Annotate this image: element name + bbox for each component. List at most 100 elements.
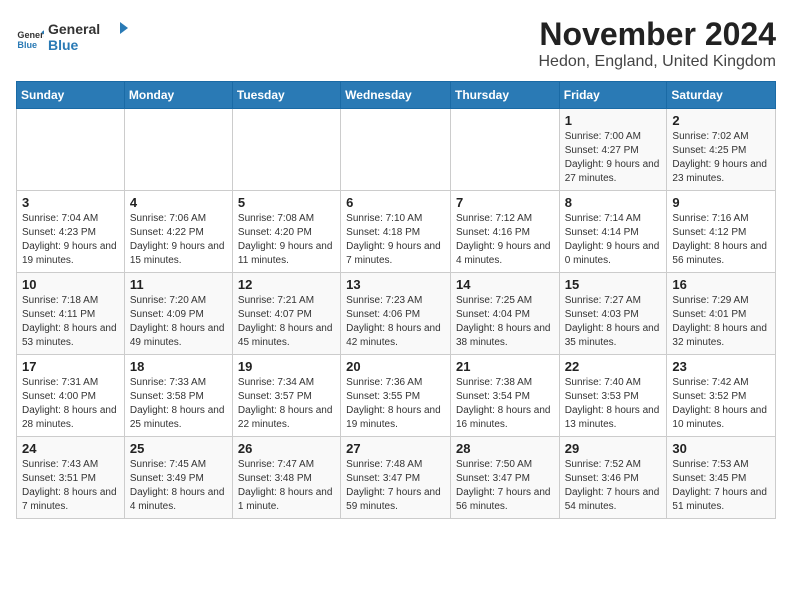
day-number: 26: [238, 441, 335, 456]
day-cell: [17, 109, 125, 191]
day-cell: 24Sunrise: 7:43 AM Sunset: 3:51 PM Dayli…: [17, 437, 125, 519]
day-number: 28: [456, 441, 554, 456]
day-cell: 14 Sunrise: 7:25 AM Sunset: 4:04 PM Dayli…: [450, 273, 559, 355]
day-info: Sunrise: 7:34 AM Sunset: 3:57 PM Dayligh…: [238, 376, 335, 432]
day-cell: 12 Sunrise: 7:21 AM Sunset: 4:07 PM Dayli…: [232, 273, 340, 355]
day-cell: 21 Sunrise: 7:38 AM Sunset: 3:54 PM Dayli…: [450, 355, 559, 437]
day-cell: 27 Sunrise: 7:48 AM Sunset: 3:47 PM Dayli…: [341, 437, 451, 519]
day-number: 19: [238, 359, 335, 374]
day-cell: 1 Sunrise: 7:00 AM Sunset: 4:27 PM Daylig…: [559, 109, 667, 191]
day-number: 4: [130, 195, 227, 210]
day-number: 21: [456, 359, 554, 374]
week-row-2: 3Sunrise: 7:04 AM Sunset: 4:23 PM Daylig…: [17, 191, 776, 273]
day-number: 5: [238, 195, 335, 210]
logo-icon: General Blue: [16, 24, 44, 52]
day-info: Sunrise: 7:02 AM Sunset: 4:25 PM Dayligh…: [672, 130, 770, 186]
week-row-1: 1 Sunrise: 7:00 AM Sunset: 4:27 PM Daylig…: [17, 109, 776, 191]
day-cell: 30Sunrise: 7:53 AM Sunset: 3:45 PM Dayli…: [667, 437, 776, 519]
day-number: 7: [456, 195, 554, 210]
header-cell-thursday: Thursday: [450, 82, 559, 109]
header-cell-tuesday: Tuesday: [232, 82, 340, 109]
logo-svg: General Blue: [48, 16, 128, 56]
day-number: 14: [456, 277, 554, 292]
day-number: 20: [346, 359, 445, 374]
day-info: Sunrise: 7:52 AM Sunset: 3:46 PM Dayligh…: [565, 458, 662, 514]
day-info: Sunrise: 7:21 AM Sunset: 4:07 PM Dayligh…: [238, 294, 335, 350]
week-row-3: 10 Sunrise: 7:18 AM Sunset: 4:11 PM Dayli…: [17, 273, 776, 355]
day-info: Sunrise: 7:18 AM Sunset: 4:11 PM Dayligh…: [22, 294, 119, 350]
day-info: Sunrise: 7:20 AM Sunset: 4:09 PM Dayligh…: [130, 294, 227, 350]
day-info: Sunrise: 7:16 AM Sunset: 4:12 PM Dayligh…: [672, 212, 770, 268]
day-info: Sunrise: 7:36 AM Sunset: 3:55 PM Dayligh…: [346, 376, 445, 432]
week-row-4: 17 Sunrise: 7:31 AM Sunset: 4:00 PM Dayli…: [17, 355, 776, 437]
day-cell: 17 Sunrise: 7:31 AM Sunset: 4:00 PM Dayli…: [17, 355, 125, 437]
day-cell: 15Sunrise: 7:27 AM Sunset: 4:03 PM Dayli…: [559, 273, 667, 355]
header-row: SundayMondayTuesdayWednesdayThursdayFrid…: [17, 82, 776, 109]
day-cell: 23Sunrise: 7:42 AM Sunset: 3:52 PM Dayli…: [667, 355, 776, 437]
header-cell-sunday: Sunday: [17, 82, 125, 109]
day-number: 22: [565, 359, 662, 374]
day-info: Sunrise: 7:23 AM Sunset: 4:06 PM Dayligh…: [346, 294, 445, 350]
day-number: 9: [672, 195, 770, 210]
day-cell: 20 Sunrise: 7:36 AM Sunset: 3:55 PM Dayli…: [341, 355, 451, 437]
day-number: 16: [672, 277, 770, 292]
day-cell: 7 Sunrise: 7:12 AM Sunset: 4:16 PM Daylig…: [450, 191, 559, 273]
day-info: Sunrise: 7:48 AM Sunset: 3:47 PM Dayligh…: [346, 458, 445, 514]
day-cell: 28 Sunrise: 7:50 AM Sunset: 3:47 PM Dayli…: [450, 437, 559, 519]
day-cell: 18Sunrise: 7:33 AM Sunset: 3:58 PM Dayli…: [124, 355, 232, 437]
day-info: Sunrise: 7:50 AM Sunset: 3:47 PM Dayligh…: [456, 458, 554, 514]
svg-text:Blue: Blue: [17, 40, 37, 50]
day-info: Sunrise: 7:38 AM Sunset: 3:54 PM Dayligh…: [456, 376, 554, 432]
day-info: Sunrise: 7:31 AM Sunset: 4:00 PM Dayligh…: [22, 376, 119, 432]
day-info: Sunrise: 7:47 AM Sunset: 3:48 PM Dayligh…: [238, 458, 335, 514]
header-cell-friday: Friday: [559, 82, 667, 109]
svg-text:General: General: [17, 30, 44, 40]
day-number: 29: [565, 441, 662, 456]
day-number: 2: [672, 113, 770, 128]
day-info: Sunrise: 7:04 AM Sunset: 4:23 PM Dayligh…: [22, 212, 119, 268]
day-cell: [232, 109, 340, 191]
day-info: Sunrise: 7:10 AM Sunset: 4:18 PM Dayligh…: [346, 212, 445, 268]
day-info: Sunrise: 7:29 AM Sunset: 4:01 PM Dayligh…: [672, 294, 770, 350]
day-cell: 29 Sunrise: 7:52 AM Sunset: 3:46 PM Dayli…: [559, 437, 667, 519]
day-cell: 2 Sunrise: 7:02 AM Sunset: 4:25 PM Daylig…: [667, 109, 776, 191]
day-cell: 16 Sunrise: 7:29 AM Sunset: 4:01 PM Dayli…: [667, 273, 776, 355]
day-number: 25: [130, 441, 227, 456]
day-number: 12: [238, 277, 335, 292]
svg-text:Blue: Blue: [48, 37, 79, 53]
day-number: 18: [130, 359, 227, 374]
week-row-5: 24Sunrise: 7:43 AM Sunset: 3:51 PM Dayli…: [17, 437, 776, 519]
page-header: General Blue General Blue November 2024 …: [16, 16, 776, 71]
header-cell-monday: Monday: [124, 82, 232, 109]
day-info: Sunrise: 7:12 AM Sunset: 4:16 PM Dayligh…: [456, 212, 554, 268]
day-number: 8: [565, 195, 662, 210]
day-cell: [341, 109, 451, 191]
day-info: Sunrise: 7:14 AM Sunset: 4:14 PM Dayligh…: [565, 212, 662, 268]
day-info: Sunrise: 7:27 AM Sunset: 4:03 PM Dayligh…: [565, 294, 662, 350]
calendar-table: SundayMondayTuesdayWednesdayThursdayFrid…: [16, 81, 776, 519]
day-cell: 3Sunrise: 7:04 AM Sunset: 4:23 PM Daylig…: [17, 191, 125, 273]
day-info: Sunrise: 7:25 AM Sunset: 4:04 PM Dayligh…: [456, 294, 554, 350]
day-number: 17: [22, 359, 119, 374]
title-area: November 2024 Hedon, England, United Kin…: [539, 16, 777, 71]
day-number: 1: [565, 113, 662, 128]
day-cell: [450, 109, 559, 191]
day-cell: 4 Sunrise: 7:06 AM Sunset: 4:22 PM Daylig…: [124, 191, 232, 273]
day-cell: 9 Sunrise: 7:16 AM Sunset: 4:12 PM Daylig…: [667, 191, 776, 273]
day-number: 11: [130, 277, 227, 292]
day-cell: 13Sunrise: 7:23 AM Sunset: 4:06 PM Dayli…: [341, 273, 451, 355]
day-number: 6: [346, 195, 445, 210]
day-cell: 26 Sunrise: 7:47 AM Sunset: 3:48 PM Dayli…: [232, 437, 340, 519]
day-number: 10: [22, 277, 119, 292]
header-cell-wednesday: Wednesday: [341, 82, 451, 109]
day-number: 27: [346, 441, 445, 456]
day-number: 24: [22, 441, 119, 456]
day-cell: 6 Sunrise: 7:10 AM Sunset: 4:18 PM Daylig…: [341, 191, 451, 273]
logo: General Blue General Blue: [16, 16, 128, 61]
day-info: Sunrise: 7:53 AM Sunset: 3:45 PM Dayligh…: [672, 458, 770, 514]
location-title: Hedon, England, United Kingdom: [539, 53, 777, 71]
day-info: Sunrise: 7:00 AM Sunset: 4:27 PM Dayligh…: [565, 130, 662, 186]
day-info: Sunrise: 7:06 AM Sunset: 4:22 PM Dayligh…: [130, 212, 227, 268]
day-cell: 11 Sunrise: 7:20 AM Sunset: 4:09 PM Dayli…: [124, 273, 232, 355]
day-cell: 8 Sunrise: 7:14 AM Sunset: 4:14 PM Daylig…: [559, 191, 667, 273]
